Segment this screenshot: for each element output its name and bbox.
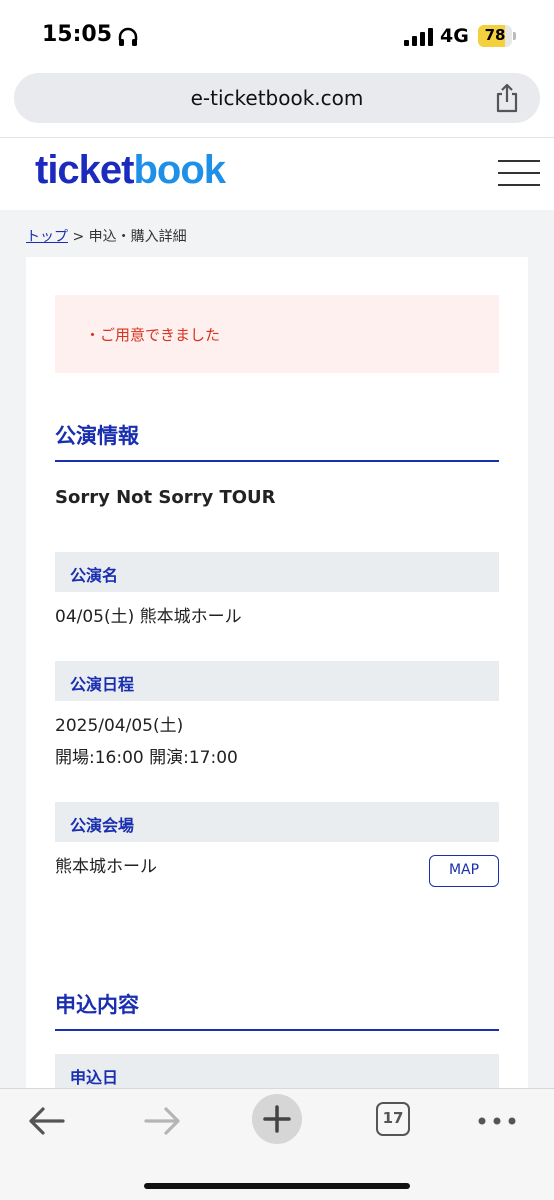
site-logo[interactable]: ticketbook xyxy=(35,148,226,193)
plus-icon xyxy=(263,1105,291,1133)
more-options-icon[interactable] xyxy=(468,1099,528,1159)
application-date-label: 申込日 xyxy=(55,1054,499,1092)
map-button[interactable]: MAP xyxy=(429,855,499,887)
event-schedule-times: 開場:16:00 開演:17:00 xyxy=(55,748,238,768)
breadcrumb-current: 申込・購入詳細 xyxy=(88,229,187,245)
event-schedule-label: 公演日程 xyxy=(55,661,499,701)
application-heading: 申込内容 xyxy=(55,989,499,1031)
site-header: ticketbook xyxy=(0,138,554,210)
detail-card: ・ご用意できました 公演情報 Sorry Not Sorry TOUR 公演名 … xyxy=(26,257,528,1092)
breadcrumb: トップ > 申込・購入詳細 xyxy=(26,226,187,246)
battery-icon: 78 xyxy=(478,25,516,47)
share-icon[interactable] xyxy=(494,83,520,113)
tabs-button[interactable]: 17 xyxy=(360,1088,420,1148)
event-name-value: 04/05(土) 熊本城ホール xyxy=(55,607,242,627)
success-alert: ・ご用意できました xyxy=(55,295,499,373)
event-name-label: 公演名 xyxy=(55,552,499,592)
battery-level: 78 xyxy=(484,26,506,44)
forward-arrow-icon[interactable] xyxy=(140,1099,200,1159)
event-venue-label: 公演会場 xyxy=(55,802,499,842)
browser-bottom-toolbar: 17 xyxy=(0,1088,554,1200)
event-venue-value: 熊本城ホール xyxy=(55,857,157,877)
headphone-icon xyxy=(118,27,138,46)
url-text[interactable]: e-ticketbook.com xyxy=(14,86,540,110)
home-indicator xyxy=(144,1183,410,1189)
event-info-heading: 公演情報 xyxy=(55,420,499,462)
browser-top-bar: e-ticketbook.com xyxy=(0,70,554,138)
hamburger-menu-icon[interactable] xyxy=(498,160,540,186)
breadcrumb-home-link[interactable]: トップ xyxy=(26,229,68,245)
network-label: 4G xyxy=(440,25,469,47)
tab-count: 17 xyxy=(376,1102,410,1136)
url-bar[interactable]: e-ticketbook.com xyxy=(14,73,540,123)
breadcrumb-separator: > xyxy=(72,229,85,245)
event-schedule-date: 2025/04/05(土) xyxy=(55,716,184,736)
tour-name: Sorry Not Sorry TOUR xyxy=(55,487,276,508)
back-arrow-icon[interactable] xyxy=(25,1099,85,1159)
alert-message: ・ご用意できました xyxy=(85,326,221,344)
status-bar: 15:05 4G 78 xyxy=(0,0,554,70)
new-tab-button[interactable] xyxy=(252,1094,312,1154)
signal-icon xyxy=(404,28,433,46)
status-time: 15:05 xyxy=(42,22,113,47)
